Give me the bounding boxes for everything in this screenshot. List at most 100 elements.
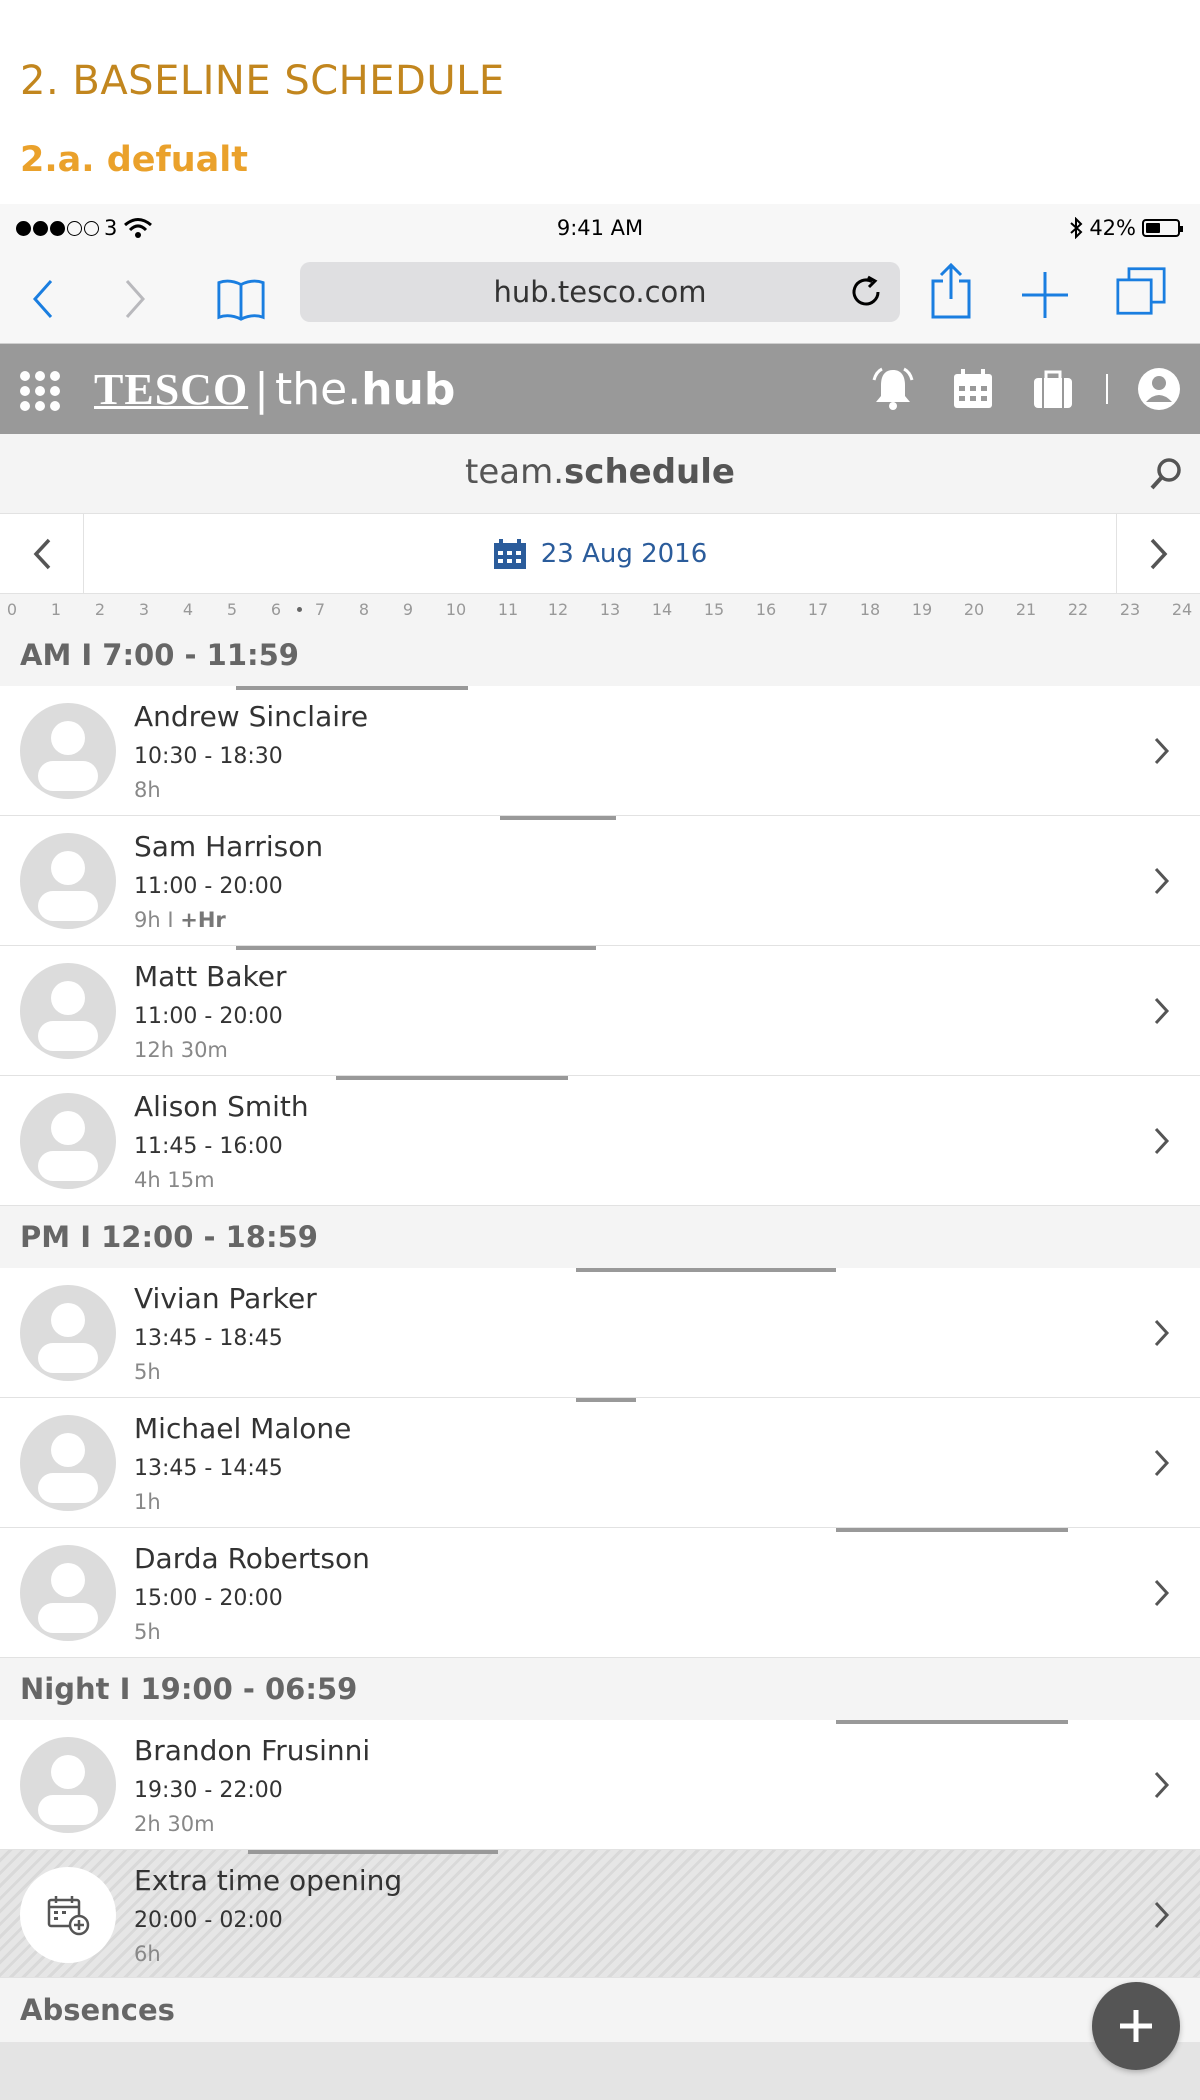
shift-duration: 5h (134, 1620, 161, 1644)
employee-name: Michael Malone (134, 1412, 352, 1445)
user-profile-icon[interactable] (1136, 366, 1182, 412)
tabs-icon (1116, 267, 1166, 315)
previous-day-button[interactable] (0, 514, 84, 594)
schedule-row[interactable]: Vivian Parker 13:45 - 18:45 5h (0, 1268, 1200, 1398)
url-text: hub.tesco.com (493, 275, 707, 309)
hour-label: 4 (182, 600, 194, 619)
reload-icon[interactable] (848, 274, 884, 310)
status-bar: 3 9:41 AM 42% (0, 204, 1200, 254)
shift-duration: 9h I +Hr (134, 908, 226, 932)
section-header-absences: Absences (0, 1978, 1200, 2042)
schedule-row[interactable]: Brandon Frusinni 19:30 - 22:00 2h 30m (0, 1720, 1200, 1850)
employee-name: Vivian Parker (134, 1282, 317, 1315)
avatar (20, 1737, 116, 1833)
extra-time-row[interactable]: Extra time opening 20:00 - 02:00 6h (0, 1850, 1200, 1978)
calendar-add-icon (47, 1896, 90, 1936)
shift-bar (500, 816, 616, 820)
avatar (20, 963, 116, 1059)
document-subtitle: 2.a. defualt (20, 140, 249, 180)
add-shift-button[interactable] (1092, 1982, 1180, 2070)
hour-label: 9 (402, 600, 414, 619)
bluetooth-icon (1070, 217, 1083, 239)
current-time-marker (297, 607, 302, 612)
chevron-left-icon (32, 280, 53, 318)
schedule-row[interactable]: Alison Smith 11:45 - 16:00 4h 15m (0, 1076, 1200, 1206)
employee-name: Sam Harrison (134, 830, 324, 863)
chevron-right-icon (1142, 1121, 1182, 1161)
status-right: 42% (1069, 216, 1183, 240)
url-field[interactable]: hub.tesco.com (300, 262, 900, 322)
hour-label: 8 (358, 600, 370, 619)
plus-icon (1022, 272, 1068, 318)
page-title-bar: team.schedule (0, 434, 1200, 514)
apps-menu-icon[interactable] (20, 371, 60, 411)
hour-label: 20 (963, 600, 985, 619)
section-header-pm: PM I 12:00 - 18:59 (0, 1206, 1200, 1268)
shift-bar (248, 1850, 498, 1854)
shift-bar (836, 1720, 1068, 1724)
shift-duration: 2h 30m (134, 1812, 215, 1836)
shift-time: 13:45 - 18:45 (134, 1326, 283, 1351)
new-tab-button[interactable] (1020, 270, 1070, 320)
shift-bar (236, 946, 596, 950)
employee-name: Brandon Frusinni (134, 1734, 371, 1767)
forward-button[interactable] (110, 274, 160, 324)
current-date: 23 Aug 2016 (540, 539, 708, 569)
header-divider (1106, 374, 1108, 404)
shift-time: 11:00 - 20:00 (134, 874, 283, 899)
hour-label: 16 (755, 600, 777, 619)
share-button[interactable] (926, 263, 976, 319)
shift-bar (236, 686, 468, 690)
chevron-right-icon (125, 280, 146, 318)
date-picker[interactable]: 23 Aug 2016 (84, 514, 1116, 594)
shift-duration: 1h (134, 1490, 161, 1514)
battery-percent: 42% (1089, 216, 1136, 240)
bell-icon[interactable] (870, 366, 916, 412)
chevron-right-icon (1142, 861, 1182, 901)
shift-time: 11:00 - 20:00 (134, 1004, 283, 1029)
bookmarks-button[interactable] (216, 274, 266, 324)
shift-time: 20:00 - 02:00 (134, 1908, 283, 1933)
search-icon[interactable] (1148, 456, 1184, 492)
employee-name: Alison Smith (134, 1090, 309, 1123)
extra-time-title: Extra time opening (134, 1864, 403, 1897)
hour-label: 0 (6, 600, 18, 619)
hour-label: 17 (807, 600, 829, 619)
hour-label: 22 (1067, 600, 1089, 619)
shift-duration: 8h (134, 778, 161, 802)
document-title: 2. BASELINE SCHEDULE (20, 58, 505, 104)
hour-label: 10 (445, 600, 467, 619)
page-title: team.schedule (465, 452, 735, 492)
back-button[interactable] (18, 274, 68, 324)
hour-label: 24 (1171, 600, 1193, 619)
schedule-row[interactable]: Matt Baker 11:00 - 20:00 12h 30m (0, 946, 1200, 1076)
avatar (20, 1415, 116, 1511)
avatar (20, 1093, 116, 1189)
hour-label: 12 (547, 600, 569, 619)
tabs-button[interactable] (1116, 266, 1166, 316)
briefcase-icon[interactable] (1030, 366, 1076, 412)
status-time: 9:41 AM (556, 216, 644, 240)
shift-duration: 4h 15m (134, 1168, 215, 1192)
chevron-right-icon (1142, 1443, 1182, 1483)
calendar-icon[interactable] (950, 366, 996, 412)
employee-name: Matt Baker (134, 960, 287, 993)
next-day-button[interactable] (1116, 514, 1200, 594)
schedule-row[interactable]: Michael Malone 13:45 - 14:45 1h (0, 1398, 1200, 1528)
avatar (20, 1545, 116, 1641)
shift-bar (836, 1528, 1068, 1532)
hour-label: 7 (314, 600, 326, 619)
shift-bar (576, 1398, 636, 1402)
shift-bar (576, 1268, 836, 1272)
schedule-row[interactable]: Andrew Sinclaire 10:30 - 18:30 8h (0, 686, 1200, 816)
app-header: TESCO | the.hub (0, 344, 1200, 434)
hour-label: 15 (703, 600, 725, 619)
shift-duration: 6h (134, 1942, 161, 1966)
section-header-night: Night I 19:00 - 06:59 (0, 1658, 1200, 1720)
hour-label: 11 (497, 600, 519, 619)
schedule-row[interactable]: Darda Robertson 15:00 - 20:00 5h (0, 1528, 1200, 1658)
schedule-row[interactable]: Sam Harrison 11:00 - 20:00 9h I +Hr (0, 816, 1200, 946)
chevron-right-icon (1142, 1313, 1182, 1353)
shift-time: 15:00 - 20:00 (134, 1586, 283, 1611)
avatar (20, 1285, 116, 1381)
